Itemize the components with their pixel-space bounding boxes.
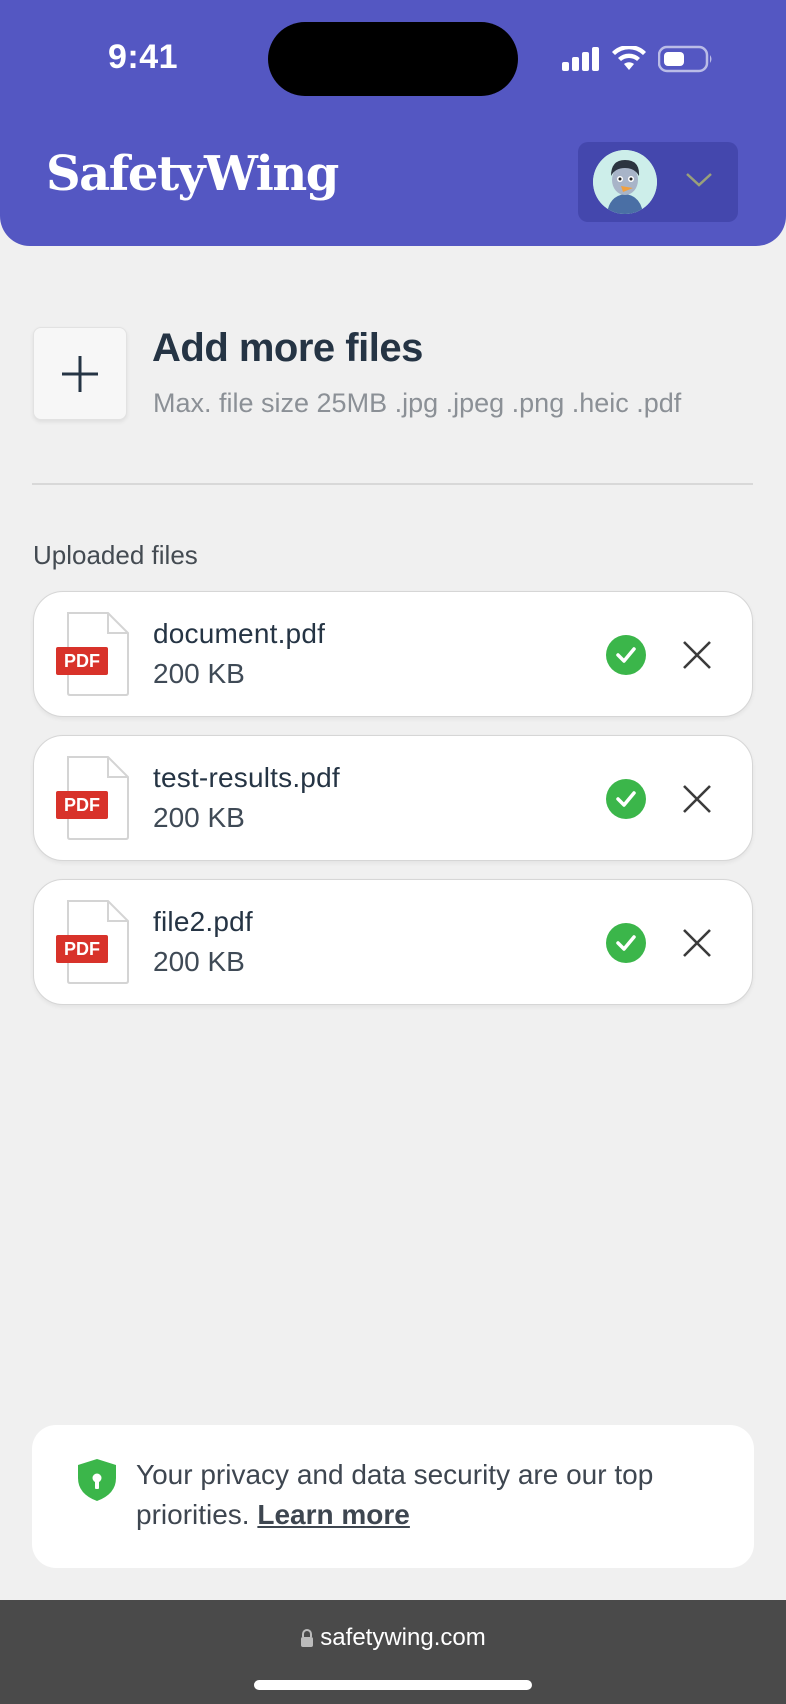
browser-address-bar: safetywing.com [0, 1600, 786, 1704]
close-icon [683, 785, 711, 813]
status-icons [562, 44, 714, 74]
signal-icon [562, 47, 599, 71]
file-name: file2.pdf [153, 906, 253, 937]
lock-icon [301, 1629, 314, 1647]
home-indicator[interactable] [254, 1680, 532, 1690]
learn-more-link[interactable]: Learn more [257, 1499, 410, 1530]
file-requirements-hint: Max. file size 25MB .jpg .jpeg .png .hei… [153, 388, 682, 418]
file-size: 200 KB [153, 946, 245, 977]
add-files-button[interactable] [33, 327, 127, 420]
close-icon [683, 929, 711, 957]
uploaded-files-heading: Uploaded files [33, 540, 198, 570]
url-bar[interactable]: safetywing.com [0, 1624, 786, 1652]
file-card: PDF document.pdf 200 KB [33, 591, 753, 717]
file-card: PDF file2.pdf 200 KB [33, 879, 753, 1005]
chevron-down-icon [686, 173, 712, 187]
remove-file-button[interactable] [674, 776, 720, 822]
pdf-badge-label: PDF [64, 651, 100, 671]
check-circle-icon [606, 779, 646, 819]
file-name: document.pdf [153, 618, 326, 649]
account-menu-button[interactable] [578, 142, 738, 222]
safetywing-logo[interactable]: SafetyWing [46, 146, 339, 202]
check-circle-icon [606, 923, 646, 963]
add-files-title[interactable]: Add more files [152, 326, 423, 371]
status-time: 9:41 [108, 38, 179, 76]
pdf-file-icon: PDF [56, 900, 130, 984]
wifi-icon [612, 46, 646, 70]
remove-file-button[interactable] [674, 920, 720, 966]
avatar [593, 150, 657, 214]
dynamic-island [268, 22, 518, 96]
remove-file-button[interactable] [674, 632, 720, 678]
app-header: 9:41 SafetyWing [0, 0, 786, 246]
privacy-notice: Your privacy and data security are our t… [32, 1425, 754, 1568]
file-size: 200 KB [153, 802, 245, 833]
check-circle-icon [606, 635, 646, 675]
close-icon [683, 641, 711, 669]
pdf-file-icon: PDF [56, 612, 130, 696]
pdf-badge-label: PDF [64, 939, 100, 959]
shield-lock-icon [78, 1459, 116, 1501]
file-size: 200 KB [153, 658, 245, 689]
file-name: test-results.pdf [153, 762, 340, 793]
divider [32, 483, 753, 485]
battery-icon [658, 45, 712, 73]
file-card: PDF test-results.pdf 200 KB [33, 735, 753, 861]
pdf-file-icon: PDF [56, 756, 130, 840]
plus-icon [62, 355, 98, 392]
pdf-badge-label: PDF [64, 795, 100, 815]
url-text: safetywing.com [320, 1624, 486, 1651]
privacy-text: Your privacy and data security are our t… [136, 1455, 726, 1535]
